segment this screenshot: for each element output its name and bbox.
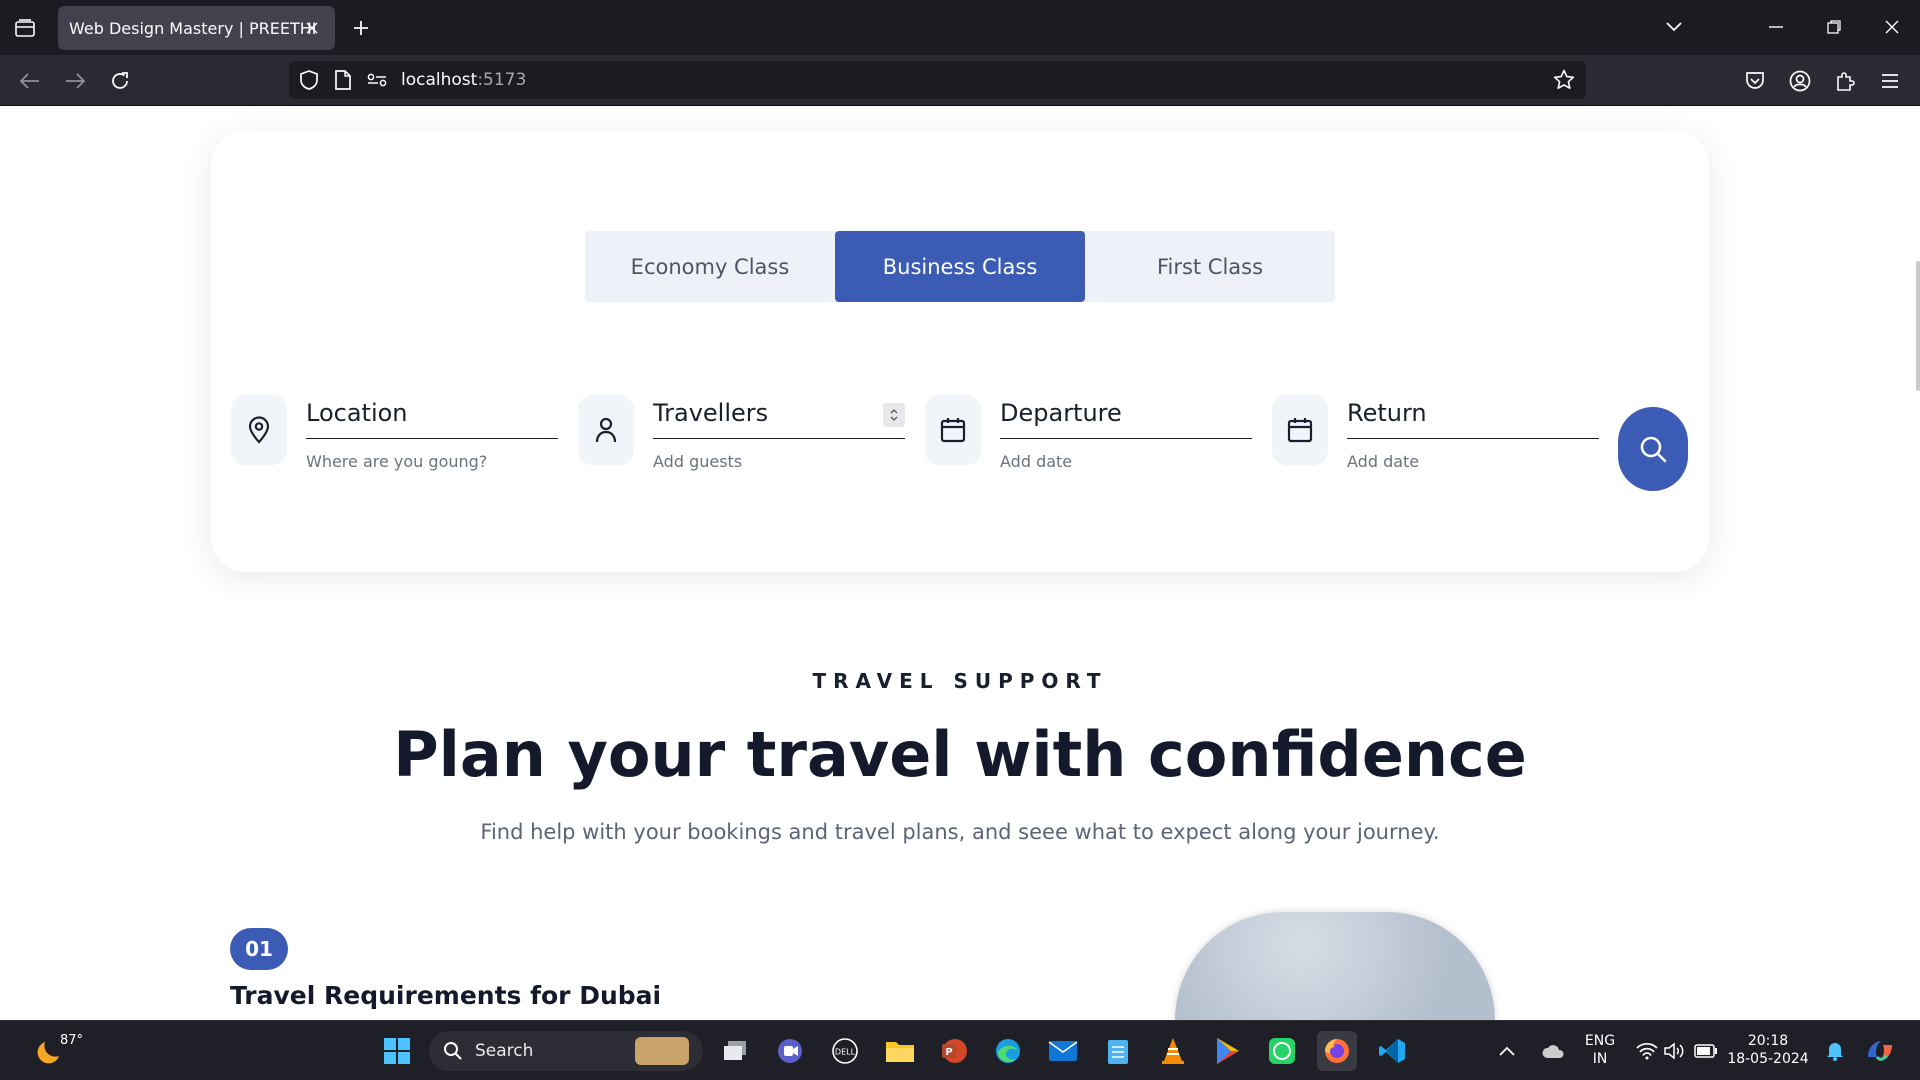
item-number-badge: 01 xyxy=(230,928,288,970)
teams-icon[interactable] xyxy=(770,1031,810,1071)
search-highlight-icon xyxy=(635,1037,689,1065)
search-button[interactable] xyxy=(1618,407,1688,491)
svg-text:DELL: DELL xyxy=(835,1048,856,1057)
search-label: Search xyxy=(475,1041,534,1061)
departure-field[interactable]: Departure Add date xyxy=(925,395,1255,475)
section-subline: Find help with your bookings and travel … xyxy=(480,820,1440,844)
location-field[interactable]: Location Where are you goung? xyxy=(231,395,561,475)
account-icon[interactable] xyxy=(1784,65,1816,97)
reload-icon[interactable] xyxy=(104,65,136,97)
vscode-icon[interactable] xyxy=(1372,1031,1412,1071)
return-underline xyxy=(1347,438,1599,439)
edge-icon[interactable] xyxy=(988,1031,1028,1071)
calendar-icon xyxy=(925,395,981,465)
windows-start-icon[interactable] xyxy=(377,1031,417,1071)
travellers-hint: Add guests xyxy=(653,452,743,471)
pocket-icon[interactable] xyxy=(1739,65,1771,97)
location-underline xyxy=(306,438,558,439)
vlc-icon[interactable] xyxy=(1153,1031,1193,1071)
play-store-icon[interactable] xyxy=(1208,1031,1248,1071)
weather-widget[interactable]: 87° xyxy=(22,1031,84,1071)
tab-economy-class[interactable]: Economy Class xyxy=(585,231,835,302)
task-view-icon[interactable] xyxy=(715,1031,755,1071)
browser-tab-bar: Web Design Mastery | PREETHI xyxy=(0,0,1920,55)
calendar-icon xyxy=(1272,395,1328,465)
page-scrollbar[interactable] xyxy=(1916,261,1920,391)
section-eyebrow: TRAVEL SUPPORT xyxy=(812,669,1108,693)
onedrive-icon[interactable] xyxy=(1536,1031,1570,1071)
tab-business-class[interactable]: Business Class xyxy=(835,231,1085,302)
return-field[interactable]: Return Add date xyxy=(1272,395,1602,475)
travellers-underline xyxy=(653,438,905,439)
firefox-icon[interactable] xyxy=(1317,1031,1357,1071)
departure-underline xyxy=(1000,438,1252,439)
permissions-icon[interactable] xyxy=(365,68,389,92)
mail-icon[interactable] xyxy=(1043,1031,1083,1071)
page-icon[interactable] xyxy=(331,68,355,92)
tab-first-class[interactable]: First Class xyxy=(1085,231,1335,302)
departure-label: Departure xyxy=(1000,399,1122,427)
list-all-tabs-chevron-icon[interactable] xyxy=(1656,12,1692,42)
clock[interactable]: 20:18 18-05-2024 xyxy=(1722,1032,1814,1068)
forward-arrow-icon[interactable] xyxy=(59,65,91,97)
minimize-icon[interactable] xyxy=(1758,12,1794,42)
class-tabs: Economy Class Business Class First Class xyxy=(585,231,1335,302)
bookmark-star-icon[interactable] xyxy=(1552,68,1576,92)
browser-tab-active[interactable]: Web Design Mastery | PREETHI xyxy=(58,6,335,50)
url-port: :5173 xyxy=(477,70,527,90)
item-title: Travel Requirements for Dubai xyxy=(230,981,662,1010)
travellers-label: Travellers xyxy=(653,399,769,427)
shield-icon[interactable] xyxy=(297,68,321,92)
url-bar[interactable]: localhost:5173 xyxy=(289,61,1586,99)
notification-bell-icon[interactable] xyxy=(1820,1031,1850,1071)
search-icon xyxy=(1640,436,1667,463)
return-hint: Add date xyxy=(1347,452,1420,471)
svg-text:P: P xyxy=(945,1047,952,1058)
language-line2: IN xyxy=(1592,1051,1608,1067)
language-line1: ENG xyxy=(1584,1033,1616,1049)
close-window-icon[interactable] xyxy=(1874,12,1910,42)
windows-taskbar: 87° Search DELL P ENG IN 20:18 18-05-202… xyxy=(0,1020,1920,1080)
tab-title: Web Design Mastery | PREETHI xyxy=(69,18,317,38)
restore-icon[interactable] xyxy=(1816,12,1852,42)
extensions-puzzle-icon[interactable] xyxy=(1829,65,1861,97)
booking-card: Economy Class Business Class First Class… xyxy=(211,131,1709,572)
section-headline: Plan your travel with confidence xyxy=(393,718,1527,791)
user-icon xyxy=(578,395,634,465)
location-label: Location xyxy=(306,399,408,427)
clock-time: 20:18 xyxy=(1747,1033,1789,1049)
return-label: Return xyxy=(1347,399,1427,427)
copilot-icon[interactable] xyxy=(1860,1031,1900,1071)
search-icon xyxy=(444,1042,462,1060)
taskbar-search[interactable]: Search xyxy=(429,1031,703,1071)
location-pin-icon xyxy=(231,395,287,465)
language-indicator[interactable]: ENG IN xyxy=(1580,1032,1620,1068)
wifi-icon[interactable] xyxy=(1634,1031,1660,1071)
chevron-up-icon[interactable] xyxy=(1492,1031,1522,1071)
page-bottom-mask xyxy=(0,1012,1920,1020)
whatsapp-icon[interactable] xyxy=(1262,1031,1302,1071)
location-hint: Where are you goung? xyxy=(306,452,488,471)
dell-icon[interactable]: DELL xyxy=(825,1031,865,1071)
page-viewport: Economy Class Business Class First Class… xyxy=(0,106,1920,1020)
tab-list-icon[interactable] xyxy=(10,14,40,42)
new-tab-icon[interactable] xyxy=(347,14,375,42)
clock-date: 18-05-2024 xyxy=(1727,1051,1809,1067)
back-arrow-icon[interactable] xyxy=(14,65,46,97)
departure-hint: Add date xyxy=(1000,452,1073,471)
weather-temp: 87° xyxy=(60,1033,84,1048)
notepad-icon[interactable] xyxy=(1098,1031,1138,1071)
volume-icon[interactable] xyxy=(1662,1031,1688,1071)
file-explorer-icon[interactable] xyxy=(880,1031,920,1071)
close-tab-icon[interactable] xyxy=(301,17,323,39)
powerpoint-icon[interactable]: P xyxy=(934,1031,974,1071)
travellers-stepper[interactable] xyxy=(883,403,905,427)
menu-hamburger-icon[interactable] xyxy=(1874,65,1906,97)
battery-icon[interactable] xyxy=(1692,1031,1720,1071)
travellers-field[interactable]: Travellers Add guests xyxy=(578,395,908,475)
url-host: localhost xyxy=(401,70,478,90)
url-text[interactable]: localhost:5173 xyxy=(401,70,526,90)
